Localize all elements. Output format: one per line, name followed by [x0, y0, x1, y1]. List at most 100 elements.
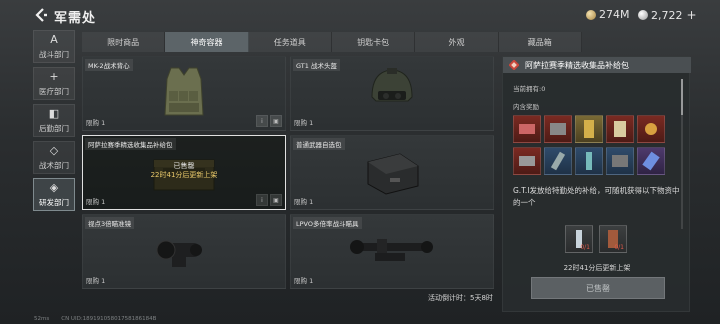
price-item[interactable]: 0/1 — [599, 225, 627, 253]
tab-containers[interactable]: 神奇容器 — [165, 32, 249, 52]
item-card-helmet[interactable]: GT1 战术头盔 限购 1 — [290, 56, 494, 131]
item-name: 普通武器自选包 — [293, 138, 345, 150]
preview-icon[interactable]: ▣ — [270, 115, 282, 127]
event-countdown: 活动倒计时：5天8时 — [428, 294, 493, 302]
owned-count: 当前拥有:0 — [513, 85, 546, 93]
purchase-limit: 限购 1 — [294, 198, 314, 206]
reward-item[interactable] — [513, 147, 541, 175]
price-count: 0/1 — [580, 244, 590, 251]
nav-label: 战术部门 — [39, 160, 69, 170]
scope-icon — [156, 240, 202, 267]
reward-item[interactable] — [544, 115, 572, 143]
currency-silver[interactable]: 2,722 + — [638, 8, 697, 22]
sold-out-button[interactable]: 已售罄 — [531, 277, 665, 299]
reward-item[interactable] — [606, 115, 634, 143]
item-name: 视点3倍瞄准镜 — [85, 217, 135, 229]
lpvo-scope-icon — [350, 239, 433, 261]
page-title: 军需处 — [54, 11, 97, 26]
item-name: 阿萨拉赛季精选收集品补给包 — [85, 138, 176, 150]
item-detail-panel: 阿萨拉赛季精选收集品补给包 当前拥有:0 内含奖励 G.T.I发放给特勤处的补给… — [502, 56, 691, 312]
tab-limited[interactable]: 限时商品 — [82, 32, 166, 52]
category-tabs: 限时商品 神奇容器 任务道具 钥匙卡包 外观 藏品箱 — [82, 32, 582, 52]
price-item[interactable]: 0/1 — [565, 225, 593, 253]
currency-gold: 274M — [586, 8, 630, 21]
nav-medical[interactable]: + 医疗部门 — [33, 67, 75, 100]
tab-keycards[interactable]: 钥匙卡包 — [331, 32, 416, 52]
item-name: MK-2战术背心 — [85, 59, 133, 71]
supply-pack-icon — [509, 60, 519, 70]
toolbox-icon — [519, 124, 535, 134]
reward-item[interactable] — [544, 147, 572, 175]
silver-coin-icon — [638, 10, 648, 20]
nav-label: 战斗部门 — [39, 49, 69, 59]
watch-icon — [645, 123, 657, 135]
reward-item[interactable] — [606, 147, 634, 175]
purchase-limit: 限购 1 — [294, 277, 314, 285]
logistics-icon: ◧ — [48, 106, 60, 120]
item-card-lpvo[interactable]: LPVO多倍率战斗瞄具 限购 1 — [290, 214, 494, 289]
info-icon[interactable]: i — [256, 194, 268, 206]
research-icon: ◈ — [49, 180, 59, 194]
back-arrow-icon[interactable] — [34, 8, 48, 22]
item-description: G.T.I发放给特勤处的补给，可随机获得以下物资中的一个 — [513, 186, 680, 207]
card-icon — [614, 121, 626, 137]
nav-combat[interactable]: A 战斗部门 — [33, 30, 75, 63]
item-name: GT1 战术头盔 — [293, 59, 340, 71]
panel-header: 阿萨拉赛季精选收集品补给包 — [503, 57, 691, 73]
device-icon — [550, 123, 566, 135]
panel-title: 阿萨拉赛季精选收集品补给包 — [525, 61, 629, 70]
refresh-timer: 22时41分后更新上架 — [563, 264, 631, 272]
blade-icon — [550, 151, 566, 171]
binoculars-icon — [519, 156, 535, 166]
item-name: LPVO多倍率战斗瞄具 — [293, 217, 362, 229]
price-items: 0/1 0/1 — [565, 225, 627, 253]
sold-out-status: 已售罄 22时41分后更新上架 — [83, 162, 285, 180]
gold-coin-icon — [586, 9, 596, 20]
ping-value: 52ms — [34, 316, 50, 322]
gold-bar-icon — [584, 120, 594, 138]
silver-amount: 2,722 — [651, 8, 683, 22]
gold-amount: 274M — [599, 8, 630, 21]
tab-appearance[interactable]: 外观 — [415, 32, 499, 52]
user-id: CN UID:18919105801758186184B — [61, 316, 157, 322]
scrollbar-thumb[interactable] — [681, 79, 683, 115]
nav-label: 后勤部门 — [39, 123, 69, 133]
nav-label: 研发部门 — [39, 197, 69, 207]
camera-icon — [612, 155, 628, 167]
add-currency-button[interactable]: + — [687, 8, 697, 22]
price-count: 0/1 — [614, 244, 624, 251]
item-card-supply-pack[interactable]: 阿萨拉赛季精选收集品补给包 已售罄 22时41分后更新上架 限购 1 i ▣ — [82, 135, 286, 210]
crystal-icon — [642, 151, 660, 171]
purchase-limit: 限购 1 — [86, 277, 106, 285]
combat-icon: A — [50, 32, 58, 46]
item-card-vest[interactable]: MK-2战术背心 限购 1 i ▣ — [82, 56, 286, 131]
item-card-weapon-pack[interactable]: 普通武器自选包 限购 1 — [290, 135, 494, 210]
contents-label: 内含奖励 — [513, 103, 539, 111]
purchase-limit: 限购 1 — [294, 119, 314, 127]
reward-item[interactable] — [513, 115, 541, 143]
top-bar: 军需处 274M 2,722 + — [0, 0, 720, 30]
tactical-icon: ◇ — [49, 143, 59, 157]
reward-item[interactable] — [575, 147, 603, 175]
restock-timer: 22时41分后更新上架 — [150, 171, 218, 179]
item-card-3x-scope[interactable]: 视点3倍瞄准镜 限购 1 — [82, 214, 286, 289]
nav-label: 医疗部门 — [39, 86, 69, 96]
purchase-limit: 限购 1 — [86, 119, 106, 127]
reward-item[interactable] — [637, 147, 665, 175]
sold-out-label: 已售罄 — [173, 162, 195, 170]
tab-collection-box[interactable]: 藏品箱 — [498, 32, 582, 52]
info-icon[interactable]: i — [256, 115, 268, 127]
tactical-vest-icon — [164, 67, 204, 116]
preview-icon[interactable]: ▣ — [270, 194, 282, 206]
reward-item[interactable] — [637, 115, 665, 143]
reward-item[interactable] — [575, 115, 603, 143]
weapon-case-icon — [367, 153, 419, 195]
nav-logistics[interactable]: ◧ 后勤部门 — [33, 104, 75, 137]
purchase-limit: 限购 1 — [86, 198, 106, 206]
tab-quest-items[interactable]: 任务道具 — [248, 32, 332, 52]
tactical-helmet-icon — [371, 68, 413, 102]
nav-tactical[interactable]: ◇ 战术部门 — [33, 141, 75, 174]
reward-grid — [513, 115, 675, 175]
nav-research[interactable]: ◈ 研发部门 — [33, 178, 75, 211]
medical-icon: + — [49, 69, 59, 83]
